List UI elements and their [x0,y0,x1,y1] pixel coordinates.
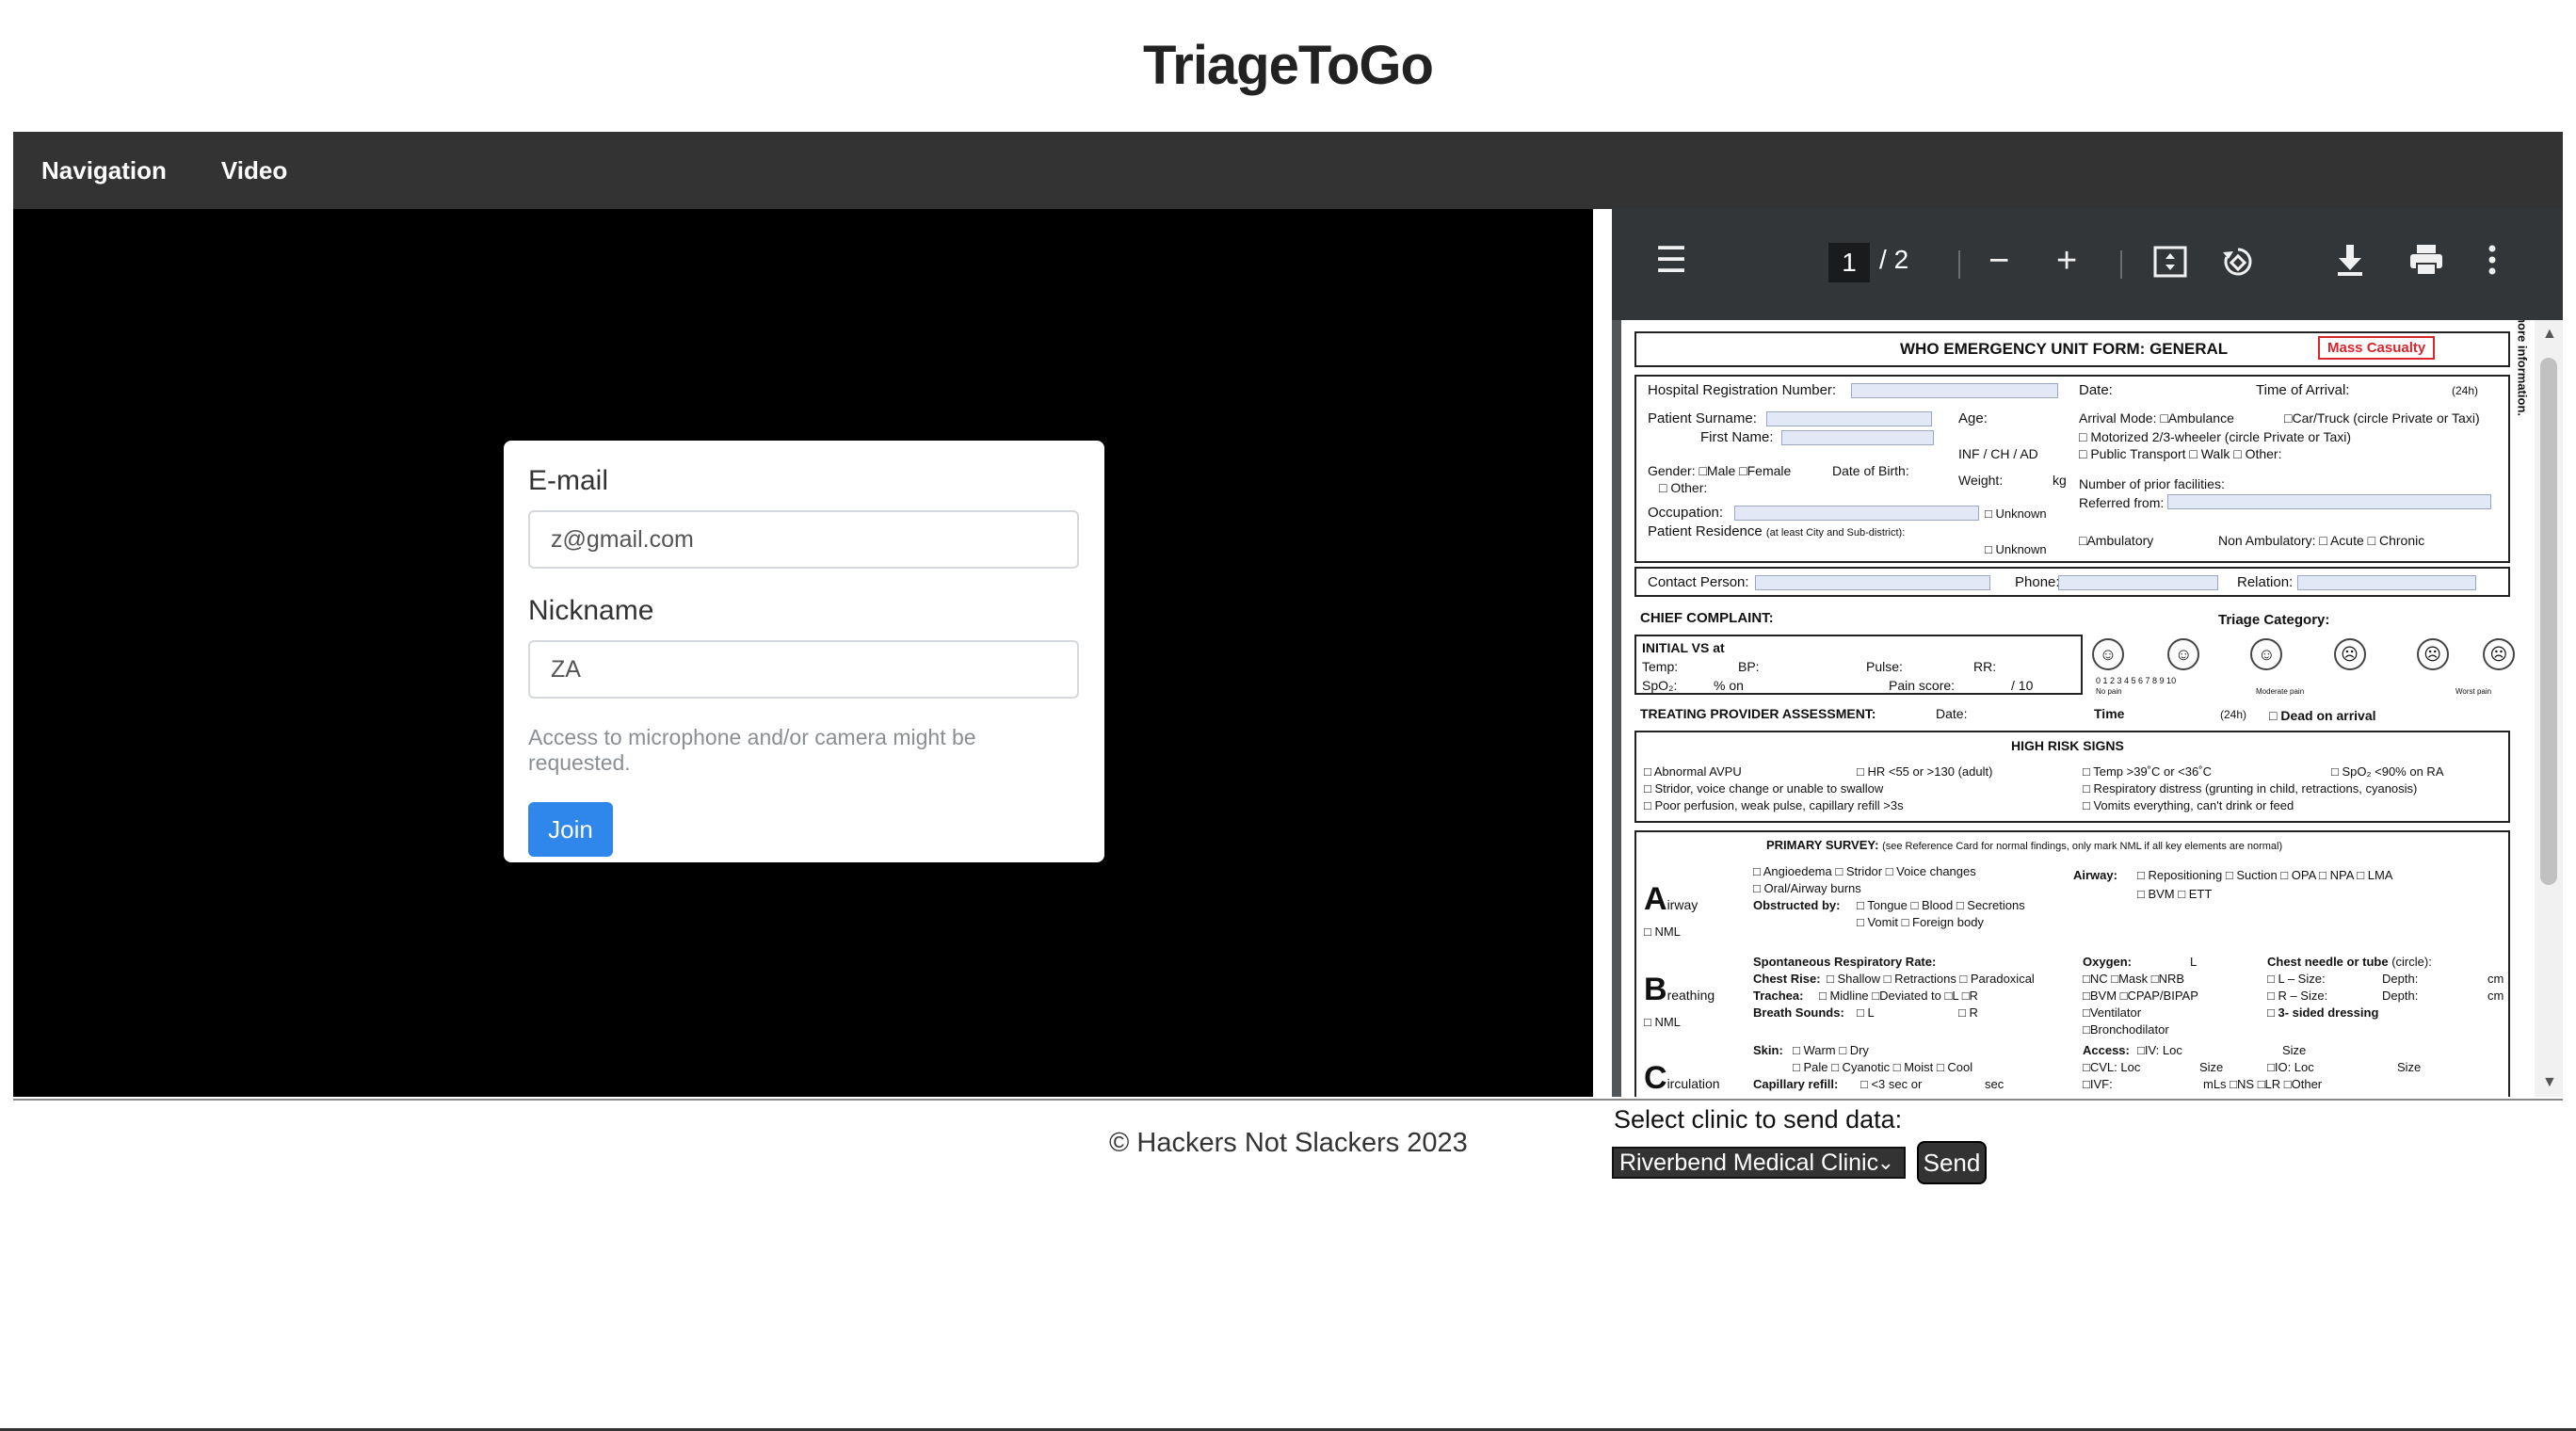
scroll-up-icon[interactable]: ▲ [2542,326,2557,343]
pdf-viewer: ☰ 1 / 2 − + WHO EMERGENCY UNIT FORM: GEN… [1593,209,2563,1097]
clinic-select-value: Riverbend Medical Clinic [1619,1150,1879,1176]
download-icon[interactable] [2335,243,2365,283]
zoom-in-icon[interactable]: + [2056,243,2077,279]
age-label: Age: [1958,410,1988,426]
join-button[interactable]: Join [528,802,613,857]
footer-divider [13,1099,2563,1101]
scroll-thumb[interactable] [2540,358,2557,885]
more-icon[interactable] [2487,243,2497,283]
join-form: E-mail Nickname Access to microphone and… [504,441,1104,862]
pdf-toolbar: ☰ 1 / 2 − + [1612,209,2563,320]
clinic-select[interactable]: Riverbend Medical Clinic ⌄ [1612,1147,1906,1179]
menu-icon[interactable]: ☰ [1655,243,1687,279]
scroll-down-icon[interactable]: ▼ [2542,1074,2557,1091]
email-label: E-mail [528,465,609,496]
video-panel: E-mail Nickname Access to microphone and… [13,209,1593,1097]
date-label: Date: [2079,382,2113,398]
zoom-out-icon[interactable]: − [1988,243,2009,279]
navbar: Navigation Video [13,132,2563,209]
form-title: WHO EMERGENCY UNIT FORM: GENERAL [1900,340,2229,358]
rotate-icon[interactable] [2220,245,2256,285]
permission-hint: Access to microphone and/or camera might… [528,725,976,775]
clinic-select-label: Select clinic to send data: [1614,1105,1903,1134]
pdf-scrollbar[interactable]: ▲ ▼ [2535,320,2563,1097]
fit-page-icon[interactable] [2152,245,2188,285]
chevron-down-icon: ⌄ [1876,1150,1894,1174]
page-number-input[interactable]: 1 [1828,243,1870,282]
page-count: / 2 [1879,245,1909,274]
send-button[interactable]: Send [1917,1141,1987,1184]
patient-surname-label: Patient Surname: [1648,410,1757,426]
nav-link-video[interactable]: Video [221,156,287,185]
nav-link-navigation[interactable]: Navigation [41,156,167,185]
copyright: © Hackers Not Slackers 2023 [1109,1128,1468,1158]
email-field[interactable] [528,510,1079,569]
pdf-page: WHO EMERGENCY UNIT FORM: GENERAL Mass Ca… [1621,320,2535,1097]
print-icon[interactable] [2408,243,2444,283]
app-title: TriageToGo [1143,35,1434,96]
nickname-field[interactable] [528,640,1079,699]
mass-casualty-checkbox: Mass Casualty [2318,336,2436,360]
time-of-arrival-label: Time of Arrival: [2256,382,2350,398]
form-side-note: Form to be used with WHO Reference Card.… [2515,320,2529,416]
nickname-label: Nickname [528,595,654,626]
hospital-reg-label: Hospital Registration Number: [1648,382,1837,398]
first-name-label: First Name: [1700,429,1774,445]
